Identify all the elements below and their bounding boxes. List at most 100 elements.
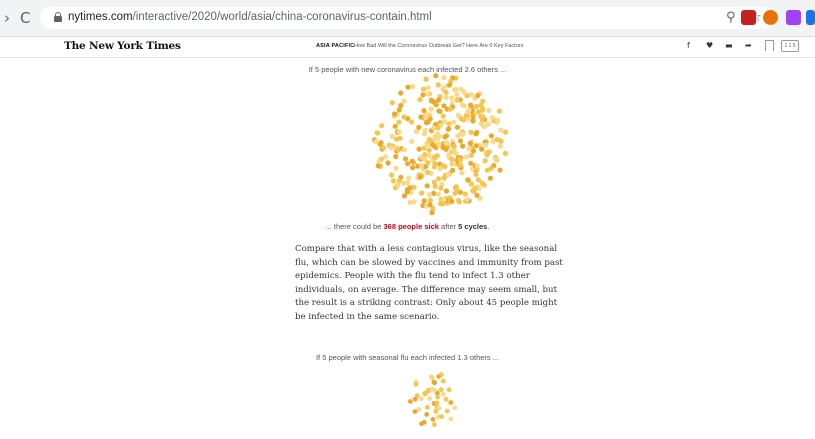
infected-dot: [435, 394, 440, 400]
url-host: nytimes.com: [68, 11, 133, 23]
infected-dot: [417, 96, 423, 103]
infected-dot: [468, 160, 474, 166]
infected-dot: [389, 133, 395, 139]
infected-dot: [427, 192, 433, 198]
sick-count: 368 people sick: [383, 222, 439, 231]
extension-icon-blue[interactable]: [806, 10, 815, 25]
infected-dot: [451, 119, 457, 125]
infected-dot: [411, 184, 417, 190]
infected-dot: [436, 176, 442, 182]
infected-dot: [435, 82, 441, 88]
infected-dot: [438, 185, 444, 191]
infected-dot: [444, 408, 450, 414]
section-label[interactable]: ASIA PACIFIC: [316, 43, 354, 49]
infected-dot: [396, 119, 402, 125]
share-icon[interactable]: ➦: [745, 41, 752, 50]
infected-dot: [485, 121, 491, 127]
infected-dot: [441, 75, 447, 81]
twitter-icon[interactable]: ♥: [706, 41, 713, 50]
email-icon[interactable]: ▬: [725, 41, 733, 50]
zoom-icon[interactable]: ⚲: [726, 10, 736, 25]
infected-dot: [425, 169, 431, 175]
infected-dot: [407, 199, 413, 206]
infected-dot: [440, 144, 446, 150]
infected-dot: [439, 414, 444, 419]
infected-dot: [450, 167, 456, 173]
extension-icon-red[interactable]: [741, 10, 756, 25]
coronavirus-cluster: [372, 73, 509, 216]
infected-dot: [373, 139, 379, 145]
infected-dot: [449, 198, 455, 204]
infected-dot: [441, 119, 447, 125]
infected-dot: [441, 85, 447, 91]
extension-icon-purple[interactable]: [786, 10, 801, 25]
infected-dot: [440, 378, 446, 384]
save-icon[interactable]: [765, 40, 774, 51]
infected-dot: [421, 198, 427, 204]
infected-dot: [445, 171, 451, 177]
result-prefix: ... there could be: [325, 222, 384, 231]
infected-dot: [419, 396, 424, 401]
comments-button[interactable]: 1 1 5: [781, 40, 799, 52]
infected-dot: [468, 181, 475, 187]
infected-dot: [498, 127, 504, 133]
infected-dot: [451, 160, 457, 166]
infected-dot: [468, 92, 474, 98]
infected-dot: [392, 111, 398, 117]
infected-dot: [430, 417, 436, 422]
infected-dot: [488, 133, 494, 139]
address-bar[interactable]: nytimes.com/interactive/2020/world/asia/…: [40, 7, 775, 29]
infected-dot: [454, 92, 460, 98]
infected-dot: [479, 146, 485, 152]
infected-dot: [456, 199, 462, 205]
infected-dot: [410, 83, 416, 90]
url-text[interactable]: nytimes.com/interactive/2020/world/asia/…: [68, 11, 432, 23]
browser-toolbar: › C nytimes.com/interactive/2020/world/a…: [0, 0, 815, 37]
infected-dot: [446, 152, 452, 158]
infected-dot: [466, 146, 472, 152]
infected-dot: [395, 183, 401, 189]
result-mid: after: [438, 222, 459, 231]
infected-dot: [382, 154, 389, 160]
infected-dot: [487, 175, 493, 181]
infected-dot: [392, 123, 398, 129]
infected-dot: [425, 405, 430, 410]
infected-dot: [433, 73, 439, 79]
infected-dot: [474, 163, 480, 169]
infected-dot: [376, 158, 382, 164]
infected-dot: [482, 158, 488, 164]
infected-dot: [454, 124, 460, 130]
reload-icon[interactable]: C: [20, 9, 30, 27]
infected-dot: [431, 99, 437, 105]
infected-dot: [375, 163, 381, 169]
infected-dot: [502, 129, 509, 135]
infected-dot: [495, 117, 501, 123]
infected-dot: [435, 125, 441, 131]
infected-dot: [406, 175, 412, 181]
infected-dot: [480, 106, 486, 112]
infected-dot: [432, 422, 437, 427]
infected-dot: [412, 396, 418, 402]
infected-dot: [438, 387, 444, 393]
infected-dot: [451, 144, 457, 150]
infected-dot: [484, 152, 490, 158]
infected-dot: [395, 147, 401, 153]
infected-dot: [473, 103, 479, 110]
infected-dot: [448, 400, 454, 405]
infected-dot: [378, 140, 384, 146]
infected-dot: [393, 153, 399, 160]
nyt-logo[interactable]: The New York Times: [64, 40, 181, 52]
back-icon[interactable]: ›: [4, 9, 10, 27]
infected-dot: [457, 162, 463, 168]
infected-dot: [464, 154, 470, 160]
infected-dot: [401, 114, 407, 120]
infected-dot: [396, 178, 402, 184]
extension-icon-orange[interactable]: [763, 10, 778, 25]
article-headline: How Bad Will the Coronavirus Outbreak Ge…: [354, 43, 524, 49]
infected-dot: [443, 140, 449, 146]
infected-dot: [389, 172, 395, 178]
infected-dot: [409, 158, 415, 164]
facebook-icon[interactable]: f: [687, 41, 690, 50]
infected-dot: [502, 150, 508, 156]
infected-dot: [422, 391, 428, 397]
